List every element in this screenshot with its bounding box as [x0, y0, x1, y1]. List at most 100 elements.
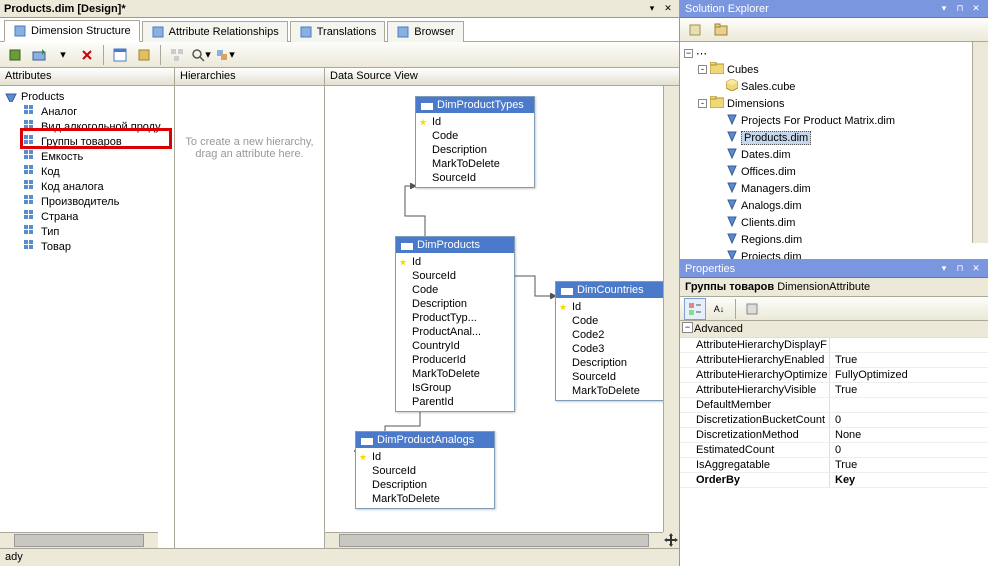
property-row[interactable]: AttributeHierarchyOptimizeFullyOptimized [680, 368, 988, 383]
table-column[interactable]: ProductAnal... [396, 325, 514, 339]
attribute-item[interactable]: Страна [2, 209, 172, 224]
expand-icon[interactable]: - [698, 99, 707, 108]
table-column[interactable]: ProducerId [396, 353, 514, 367]
table-column[interactable]: MarkToDelete [356, 492, 494, 506]
property-row[interactable]: DiscretizationBucketCount0 [680, 413, 988, 428]
dropdown-icon[interactable]: ▾ [645, 2, 659, 16]
table-header[interactable]: DimCountries [556, 282, 664, 298]
close-icon[interactable]: ✕ [969, 262, 983, 276]
close-icon[interactable]: ✕ [969, 2, 983, 16]
expand-icon[interactable]: - [698, 65, 707, 74]
attribute-item[interactable]: Тип [2, 224, 172, 239]
zoom-button[interactable]: ▾ [190, 44, 212, 66]
attribute-item[interactable]: Код аналога [2, 179, 172, 194]
tab-translations[interactable]: Translations [290, 21, 386, 42]
process-button[interactable] [4, 44, 26, 66]
se-item-offices-dim[interactable]: Offices.dim [684, 163, 984, 180]
dsv-table-dimcountries[interactable]: DimCountries IdCodeCode2Code3DescriptionS… [555, 281, 665, 401]
table-header[interactable]: DimProductTypes [416, 97, 534, 113]
table-column[interactable]: Code [416, 129, 534, 143]
table-column[interactable]: ParentId [396, 395, 514, 409]
attribute-item[interactable]: Товар [2, 239, 172, 254]
se-item-sales-cube[interactable]: Sales.cube [684, 78, 984, 95]
attribute-item[interactable]: Производитель [2, 194, 172, 209]
table-column[interactable]: MarkToDelete [416, 157, 534, 171]
view-button[interactable] [133, 44, 155, 66]
se-scrollbar-v[interactable] [972, 42, 988, 243]
table-column[interactable]: Description [356, 478, 494, 492]
table-column[interactable]: Code2 [556, 328, 664, 342]
se-item-dimensions[interactable]: -Dimensions [684, 95, 984, 112]
property-row[interactable]: IsAggregatableTrue [680, 458, 988, 473]
attribute-item[interactable]: Код [2, 164, 172, 179]
find-button[interactable]: ▾ [214, 44, 236, 66]
table-column[interactable]: Description [396, 297, 514, 311]
refresh-button[interactable] [684, 19, 706, 41]
dropdown-icon[interactable]: ▾ [937, 2, 951, 16]
table-column[interactable]: Description [556, 356, 664, 370]
se-item-cubes[interactable]: -Cubes [684, 61, 984, 78]
se-item-regions-dim[interactable]: Regions.dim [684, 231, 984, 248]
table-column[interactable]: SourceId [556, 370, 664, 384]
table-column[interactable]: SourceId [396, 269, 514, 283]
table-column[interactable]: Description [416, 143, 534, 157]
table-column[interactable]: SourceId [416, 171, 534, 185]
solution-root[interactable]: −⋯ [684, 46, 984, 61]
table-column[interactable]: ProductTyp... [396, 311, 514, 325]
dsv-table-dimproductanalogs[interactable]: DimProductAnalogs IdSourceIdDescriptionMa… [355, 431, 495, 509]
table-header[interactable]: DimProductAnalogs [356, 432, 494, 448]
property-row[interactable]: AttributeHierarchyDisplayF [680, 338, 988, 353]
dsv-scrollbar-v[interactable] [663, 86, 679, 532]
dsv-scrollbar-h[interactable] [325, 532, 663, 548]
se-item-projects-dim[interactable]: Projects.dim [684, 248, 984, 260]
table-column[interactable]: MarkToDelete [396, 367, 514, 381]
attribute-item[interactable]: Группы товаров [2, 134, 172, 149]
property-row[interactable]: DefaultMember [680, 398, 988, 413]
dsv-table-dimproducttypes[interactable]: DimProductTypes IdCodeDescriptionMarkToDe… [415, 96, 535, 188]
table-column[interactable]: SourceId [356, 464, 494, 478]
add-attr-button[interactable] [28, 44, 50, 66]
close-icon[interactable]: ✕ [661, 2, 675, 16]
tab-dimension-structure[interactable]: Dimension Structure [4, 20, 140, 42]
table-column[interactable]: CountryId [396, 339, 514, 353]
se-item-projects-for-product-matrix-dim[interactable]: Projects For Product Matrix.dim [684, 112, 984, 129]
property-row[interactable]: DiscretizationMethodNone [680, 428, 988, 443]
table-column[interactable]: Code [396, 283, 514, 297]
tab-browser[interactable]: Browser [387, 21, 463, 42]
table-column[interactable]: Code [556, 314, 664, 328]
table-column[interactable]: Code3 [556, 342, 664, 356]
move-handle-icon[interactable] [663, 532, 679, 548]
table-column[interactable]: Id [396, 255, 514, 269]
table-column[interactable]: MarkToDelete [556, 384, 664, 398]
attribute-item[interactable]: Аналог [2, 104, 172, 119]
dropdown-icon[interactable]: ▾ [937, 262, 951, 276]
attribute-item[interactable]: Емкость [2, 149, 172, 164]
hierarchies-dropzone[interactable]: To create a new hierarchy, drag an attri… [175, 86, 324, 548]
table-column[interactable]: Id [556, 300, 664, 314]
table-column[interactable]: Id [356, 450, 494, 464]
table-column[interactable]: IsGroup [396, 381, 514, 395]
delete-button[interactable] [76, 44, 98, 66]
dimension-root[interactable]: Products [2, 90, 172, 104]
pin-icon[interactable]: ⊓ [953, 262, 967, 276]
property-row[interactable]: AttributeHierarchyEnabledTrue [680, 353, 988, 368]
table-button[interactable] [109, 44, 131, 66]
property-category[interactable]: Advanced [680, 321, 988, 338]
pin-icon[interactable]: ⊓ [953, 2, 967, 16]
se-item-products-dim[interactable]: Products.dim [684, 129, 984, 146]
se-item-dates-dim[interactable]: Dates.dim [684, 146, 984, 163]
se-item-managers-dim[interactable]: Managers.dim [684, 180, 984, 197]
categorized-button[interactable] [684, 298, 706, 320]
show-all-button[interactable] [710, 19, 732, 41]
dsv-table-dimproducts[interactable]: DimProductsIdSourceIdCodeDescriptionProd… [395, 236, 515, 412]
table-header[interactable]: DimProducts [396, 237, 514, 253]
property-row[interactable]: OrderByKey [680, 473, 988, 488]
se-item-clients-dim[interactable]: Clients.dim [684, 214, 984, 231]
tab-attribute-relationships[interactable]: Attribute Relationships [142, 21, 288, 42]
scrollbar-h[interactable] [0, 532, 158, 548]
properties-object-selector[interactable]: Группы товаров DimensionAttribute [680, 278, 988, 297]
table-column[interactable]: Id [416, 115, 534, 129]
dropdown-button[interactable]: ▾ [52, 44, 74, 66]
property-row[interactable]: EstimatedCount0 [680, 443, 988, 458]
se-item-analogs-dim[interactable]: Analogs.dim [684, 197, 984, 214]
